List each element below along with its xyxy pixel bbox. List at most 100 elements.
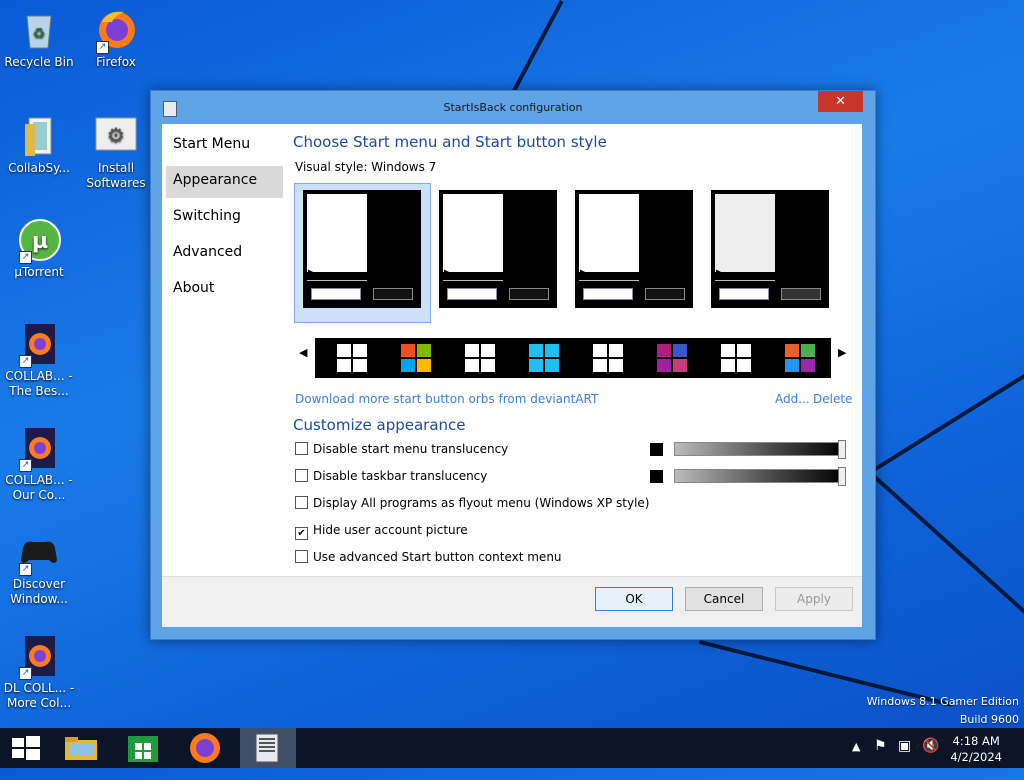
add-orb-link[interactable]: Add... [775,392,810,406]
desktop-icon-label: COLLAB... - Our Co... [5,473,73,502]
desktop-icon-collab-best[interactable]: ↗ COLLAB... - The Bes... [1,322,77,399]
orb-white-1[interactable] [337,344,367,372]
download-orbs-link[interactable]: Download more start button orbs from dev… [295,392,598,406]
orb-white-2[interactable] [465,344,495,372]
option-label: Disable taskbar translucency [313,469,488,483]
shortcut-arrow-icon: ↗ [19,667,32,680]
checkbox[interactable] [295,469,308,482]
config-app-icon [255,733,279,763]
store-button[interactable] [116,728,170,768]
visual-style-label: Visual style: [295,160,368,174]
startisback-dialog: StartIsBack configuration ✕ Start Menu A… [150,90,876,640]
orb-purple[interactable] [657,344,687,372]
section-title-style: Choose Start menu and Start button style [293,133,607,151]
orb-white-4[interactable] [721,344,751,372]
close-button[interactable]: ✕ [818,91,863,112]
menu-translucency-slider[interactable] [674,440,846,459]
desktop-icon-install-softwares[interactable]: ⚙ Install Softwares [78,114,154,191]
utorrent-icon: µ ↗ [17,218,61,264]
edition-watermark: Windows 8.1 Gamer Edition [866,695,1019,708]
network-icon[interactable]: ▣ [898,738,911,778]
checkbox[interactable] [295,550,308,563]
startisback-taskbar-button[interactable] [240,728,296,768]
store-icon [128,736,158,762]
show-hidden-icons-icon[interactable]: ▲ [852,740,860,780]
nav-item-switching[interactable]: Switching [166,202,283,234]
style-thumb-4[interactable]: ▶ [711,190,829,308]
firefox-file-icon: ↗ [17,426,61,472]
orb-strip [315,338,831,378]
clock-time: 4:18 AM [952,734,1000,748]
file-explorer-button[interactable] [54,728,108,768]
apply-button[interactable]: Apply [775,587,853,611]
taskbar-color-swatch[interactable] [650,470,663,483]
section-title-customize: Customize appearance [293,416,466,434]
visual-style-row: Visual style: Windows 7 [295,160,436,174]
delete-orb-link[interactable]: Delete [813,392,852,406]
desktop-icon-label: Firefox [96,55,136,69]
dialog-titlebar[interactable]: StartIsBack configuration ✕ [151,91,875,124]
build-watermark: Build 9600 [959,713,1019,726]
settings-nav: Start Menu Appearance Switching Advanced… [166,130,283,310]
folder-icon [17,114,61,158]
dialog-button-bar: OK Cancel Apply [162,576,862,627]
option-disable-menu-translucency[interactable]: Disable start menu translucency [295,440,508,458]
svg-text:⚙: ⚙ [107,123,125,147]
desktop-icon-collab-our[interactable]: ↗ COLLAB... - Our Co... [1,426,77,503]
desktop-icon-label: CollabSy... [8,161,70,175]
svg-text:µ: µ [32,229,48,254]
menu-color-swatch[interactable] [650,443,663,456]
orb-scroll-right-icon[interactable]: ▶ [838,346,846,359]
option-advanced-context-menu[interactable]: Use advanced Start button context menu [295,548,562,566]
volume-muted-icon[interactable]: 🔇 [922,738,939,778]
gamepad-icon: ↗ [17,530,61,576]
desktop-icon-discover[interactable]: ↗ Discover Window... [1,530,77,607]
desktop-icon-firefox[interactable]: ↗ Firefox [78,8,154,70]
nav-item-advanced[interactable]: Advanced [166,238,283,270]
taskbar-translucency-slider[interactable] [674,467,846,486]
checkbox[interactable] [295,442,308,455]
desktop-icon-collabsy[interactable]: CollabSy... [1,114,77,176]
svg-text:♻: ♻ [33,26,46,42]
recycle-bin-icon: ♻ [17,8,61,52]
windows-logo-icon [12,736,40,760]
checkbox[interactable] [295,496,308,509]
visual-style-value: Windows 7 [371,160,437,174]
style-thumb-1[interactable]: ▶ [303,190,421,308]
desktop-icon-dl-coll[interactable]: ↗ DL COLL... - More Col... [1,634,77,711]
appearance-panel: Choose Start menu and Start button style… [293,124,862,577]
style-thumb-3[interactable]: ▶ [575,190,693,308]
nav-item-start-menu[interactable]: Start Menu [166,130,283,162]
style-thumb-2[interactable]: ▶ [439,190,557,308]
shortcut-arrow-icon: ↗ [19,563,32,576]
desktop-icon-label: Discover Window... [10,577,68,606]
checkbox-checked[interactable]: ✔ [295,527,308,540]
slider-knob[interactable] [838,467,846,486]
desktop-icon-label: DL COLL... - More Col... [3,681,75,710]
orb-scroll-left-icon[interactable]: ◀ [299,346,307,359]
orb-blue[interactable] [529,344,559,372]
desktop-icon-label: COLLAB... - The Bes... [5,369,73,398]
desktop-icon-utorrent[interactable]: µ ↗ µTorrent [1,218,77,280]
firefox-icon: ↗ [94,8,138,54]
slider-knob[interactable] [838,440,846,459]
firefox-taskbar-button[interactable] [178,728,232,768]
orb-white-3[interactable] [593,344,623,372]
start-button[interactable] [0,728,54,768]
cancel-button[interactable]: Cancel [685,587,763,611]
folder-icon [65,737,97,760]
desktop-icon-recycle-bin[interactable]: ♻ Recycle Bin [1,8,77,70]
action-center-flag-icon[interactable]: ⚑ [874,738,887,778]
nav-item-about[interactable]: About [166,274,283,306]
shortcut-arrow-icon: ↗ [96,41,109,54]
firefox-file-icon: ↗ [17,322,61,368]
orb-gradient[interactable] [785,344,815,372]
nav-item-appearance[interactable]: Appearance [166,166,283,198]
taskbar-clock[interactable]: 4:18 AM 4/2/2024 [950,733,1002,765]
option-hide-user-picture[interactable]: ✔ Hide user account picture [295,521,468,540]
ok-button[interactable]: OK [595,587,673,611]
orb-colored[interactable] [401,344,431,372]
option-disable-taskbar-translucency[interactable]: Disable taskbar translucency [295,467,487,485]
option-flyout-all-programs[interactable]: Display All programs as flyout menu (Win… [295,494,649,512]
gears-icon: ⚙ [94,114,138,158]
